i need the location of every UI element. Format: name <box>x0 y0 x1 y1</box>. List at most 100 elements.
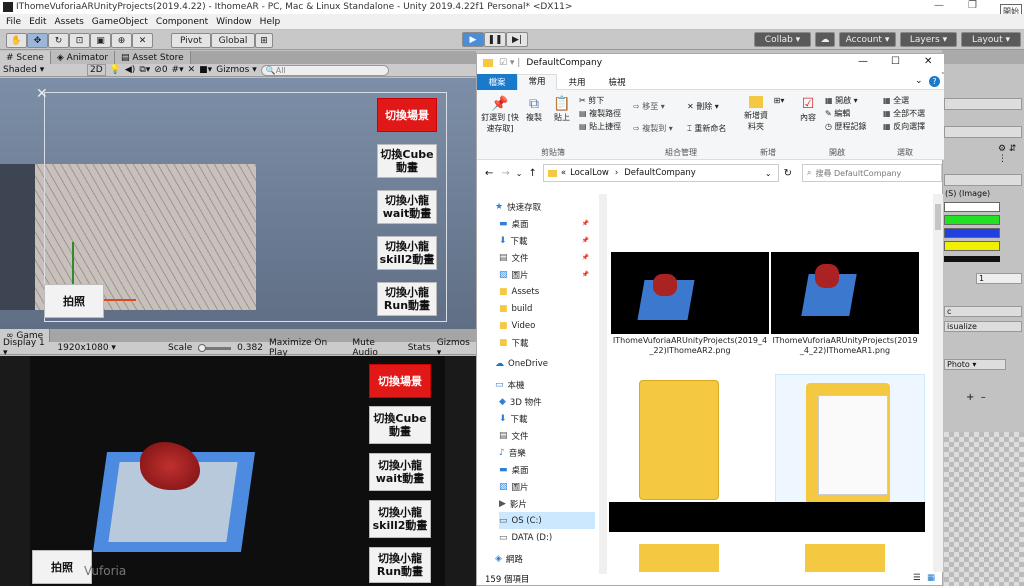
menu-help[interactable]: Help <box>260 17 281 27</box>
gizmos-dropdown[interactable]: Gizmos ▾ <box>216 65 257 75</box>
properties-button[interactable]: ☑ 內容 <box>795 96 821 123</box>
game-switch-cube-button[interactable]: 切換Cube 動畫 <box>369 406 431 444</box>
inspector-field[interactable] <box>944 98 1022 110</box>
nav-item[interactable]: ◆ 3D 物件 <box>499 393 595 410</box>
tab-animator[interactable]: ◈ Animator <box>50 51 116 64</box>
visualize-button[interactable]: isualize <box>944 321 1022 332</box>
tab-asset-store[interactable]: ▤ Asset Store <box>115 51 191 64</box>
nav-item[interactable]: ▬ 桌面 📌 <box>499 215 595 232</box>
collab-dropdown[interactable]: Collab ▾ <box>754 32 811 47</box>
game-switch-run-button[interactable]: 切換小龍 Run動畫 <box>369 547 431 583</box>
forward-icon[interactable]: → <box>501 168 509 179</box>
scene-switch-scene-button[interactable]: 切換場景 <box>377 98 437 132</box>
cloud-icon[interactable]: ☁ <box>815 32 835 47</box>
minimize-icon[interactable]: — <box>934 0 944 11</box>
game-switch-skill2-button[interactable]: 切換小龍 skill2動畫 <box>369 500 431 538</box>
select-none-button[interactable]: ▦ 全部不選 <box>883 107 925 120</box>
search-input[interactable]: ⌕ 搜尋 DefaultCompany <box>801 164 942 182</box>
display-dropdown[interactable]: Display 1 ▾ <box>3 338 51 358</box>
scene-switch-run-button[interactable]: 切換小龍 Run動畫 <box>377 282 437 316</box>
nav-item[interactable]: ☁ OneDrive <box>495 355 595 372</box>
grid-icon[interactable]: #▾ <box>172 65 184 75</box>
inspector-dropdown[interactable]: c <box>944 306 1022 317</box>
account-dropdown[interactable]: Account ▾ <box>839 32 896 47</box>
nav-item[interactable]: ★ 快速存取 <box>495 198 595 215</box>
move-tool-icon[interactable]: ✥ <box>27 33 48 48</box>
color-swatch-white[interactable] <box>944 202 1000 212</box>
scene-switch-wait-button[interactable]: 切換小龍 wait動畫 <box>377 190 437 224</box>
move-to-button[interactable]: ⇨ 移至 ▾ <box>633 96 673 118</box>
tab-view[interactable]: 檢視 <box>597 76 637 88</box>
history-button[interactable]: ◷ 歷程記錄 <box>825 120 867 133</box>
light-icon[interactable]: 💡 <box>110 65 121 75</box>
2d-toggle[interactable]: 2D <box>87 64 106 76</box>
hand-tool-icon[interactable]: ✋ <box>6 33 27 48</box>
paste-button[interactable]: 📋 貼上 <box>549 96 575 123</box>
restore-icon[interactable]: ❐ <box>968 0 977 11</box>
global-button[interactable]: Global <box>211 33 255 48</box>
nav-item[interactable]: ▤ 文件 📌 <box>499 249 595 266</box>
pause-button[interactable]: ❚❚ <box>484 32 506 47</box>
nav-item[interactable]: ◈ 網路 <box>495 550 595 567</box>
audio-icon[interactable]: ◀) <box>125 65 135 75</box>
nav-item[interactable]: ▭ OS (C:) <box>499 512 595 529</box>
step-button[interactable]: ▶| <box>506 32 528 47</box>
add-remove-buttons[interactable]: + – <box>966 392 986 403</box>
tab-file[interactable]: 檔案 <box>477 73 517 90</box>
delete-button[interactable]: ✕ 刪除 ▾ <box>687 96 726 118</box>
game-photo-button[interactable]: 拍照 <box>32 550 92 584</box>
file-scrollbar[interactable] <box>933 194 943 572</box>
scale-tool-icon[interactable]: ⊡ <box>69 33 90 48</box>
scene-photo-button[interactable]: 拍照 <box>44 284 104 318</box>
copy-path-button[interactable]: ▤ 複製路徑 <box>579 107 621 120</box>
select-all-button[interactable]: ▦ 全選 <box>883 94 925 107</box>
effects-icon[interactable]: ⧉▾ <box>139 65 150 75</box>
menu-component[interactable]: Component <box>156 17 208 27</box>
nav-item[interactable]: ⬇ 下載 <box>499 410 595 427</box>
color-swatch-black[interactable] <box>944 256 1000 262</box>
nav-item[interactable]: ▨ 圖片 <box>499 478 595 495</box>
tools-icon[interactable]: ✕ <box>188 65 196 75</box>
paste-shortcut-button[interactable]: ▤ 貼上捷徑 <box>579 120 621 133</box>
camera-icon[interactable]: ■▾ <box>199 65 212 75</box>
explorer-minimize-icon[interactable]: — <box>858 56 868 67</box>
shading-dropdown[interactable]: Shaded ▾ <box>3 65 83 75</box>
ribbon-collapse-icon[interactable]: ⌄ <box>915 76 923 86</box>
tab-home[interactable]: 常用 <box>517 73 557 90</box>
maximize-on-play-toggle[interactable]: Maximize On Play <box>269 338 346 358</box>
folder-tile-3[interactable] <box>639 544 719 572</box>
rect-tool-icon[interactable]: ▣ <box>90 33 111 48</box>
x-axis-arrow[interactable] <box>100 299 136 301</box>
nav-item[interactable]: ■ build <box>499 300 595 317</box>
quick-access-toolbar[interactable]: ☑ ▾ | <box>499 58 520 68</box>
value-field[interactable]: 1 <box>976 273 1022 284</box>
edit-button[interactable]: ✎ 編輯 <box>825 107 867 120</box>
invert-selection-button[interactable]: ▦ 反向選擇 <box>883 120 925 133</box>
copy-button[interactable]: ⧉ 複製 <box>521 96 547 123</box>
stats-toggle[interactable]: Stats <box>408 343 431 353</box>
cut-button[interactable]: ✂ 剪下 <box>579 94 621 107</box>
menu-file[interactable]: File <box>6 17 21 27</box>
file-tile-2[interactable]: IThomeVuforiaARUnityProjects(2019_4_22)I… <box>771 252 919 362</box>
details-view-icon[interactable]: ☰ <box>913 573 921 583</box>
up-icon[interactable]: ↑ <box>528 168 536 179</box>
transform-tool-icon[interactable]: ⊕ <box>111 33 132 48</box>
path-segment-defaultcompany[interactable]: DefaultCompany <box>624 168 696 178</box>
color-swatch-green[interactable] <box>944 215 1000 225</box>
new-item-icon[interactable]: ⊞▾ <box>773 96 785 105</box>
nav-item[interactable]: ▶ 影片 <box>499 495 595 512</box>
nav-item[interactable]: ■ 下載 <box>499 334 595 351</box>
inspector-field[interactable] <box>944 174 1022 186</box>
new-folder-button[interactable]: 新增資料夾 <box>741 96 771 132</box>
resolution-dropdown[interactable]: 1920x1080 ▾ <box>57 343 162 353</box>
nav-item[interactable]: ▭ 本機 <box>495 376 595 393</box>
scene-switch-cube-button[interactable]: 切換Cube 動畫 <box>377 144 437 178</box>
nav-item[interactable]: ■ Video <box>499 317 595 334</box>
pin-button[interactable]: 📌 釘選到 [快速存取] <box>481 96 519 134</box>
refresh-icon[interactable]: ↻ <box>784 168 792 179</box>
open-button[interactable]: ▦ 開啟 ▾ <box>825 94 867 107</box>
hidden-count-icon[interactable]: ⊘0 <box>154 65 167 75</box>
game-gizmos-dropdown[interactable]: Gizmos ▾ <box>437 338 476 358</box>
scale-slider[interactable] <box>198 343 232 352</box>
nav-item[interactable]: ■ Assets <box>499 283 595 300</box>
